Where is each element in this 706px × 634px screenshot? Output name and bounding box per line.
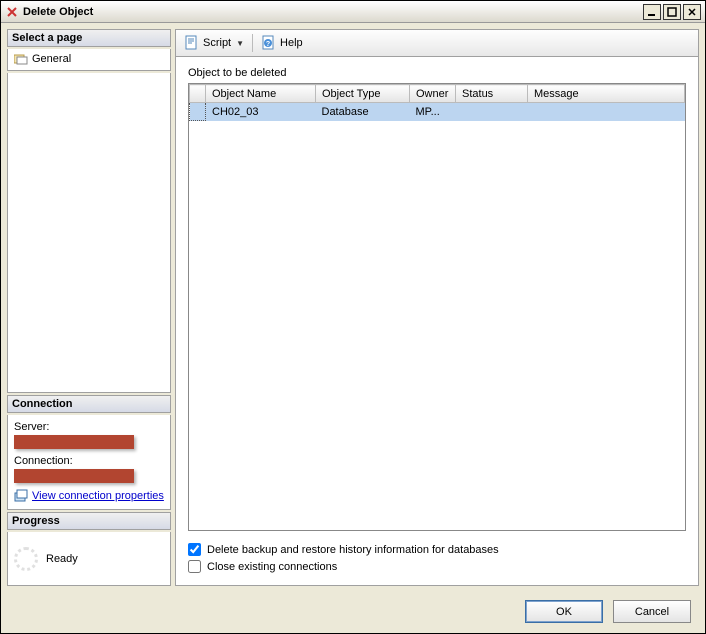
ok-button[interactable]: OK: [525, 600, 603, 623]
delete-backup-checkbox[interactable]: [188, 543, 201, 556]
col-message[interactable]: Message: [528, 85, 685, 103]
minimize-button[interactable]: [643, 4, 661, 20]
cancel-button[interactable]: Cancel: [613, 600, 691, 623]
cell-owner: MP...: [410, 103, 456, 121]
delete-object-dialog: Delete Object Select a page General Conn…: [0, 0, 706, 634]
progress-section: Ready: [7, 532, 171, 586]
help-button[interactable]: ? Help: [257, 33, 307, 53]
connection-label: Connection:: [14, 455, 164, 467]
connection-value-redacted: [14, 469, 134, 483]
row-selector[interactable]: [190, 103, 206, 121]
col-owner[interactable]: Owner: [410, 85, 456, 103]
page-label: General: [32, 53, 71, 65]
maximize-button[interactable]: [663, 4, 681, 20]
objects-grid: Object Name Object Type Owner Status Mes…: [189, 84, 685, 121]
server-label: Server:: [14, 421, 164, 433]
window-title: Delete Object: [23, 6, 643, 18]
close-connections-option[interactable]: Close existing connections: [188, 558, 686, 575]
delete-icon: [5, 5, 19, 19]
script-label: Script: [203, 37, 231, 49]
grid-header-row: Object Name Object Type Owner Status Mes…: [190, 85, 685, 103]
script-icon: [184, 35, 200, 51]
page-general[interactable]: General: [12, 52, 166, 66]
cell-object-type: Database: [316, 103, 410, 121]
table-row[interactable]: CH02_03 Database MP...: [190, 103, 685, 121]
sidebar: Select a page General Connection Server:…: [7, 29, 171, 586]
delete-backup-option[interactable]: Delete backup and restore history inform…: [188, 541, 686, 558]
cell-status: [456, 103, 528, 121]
col-object-name[interactable]: Object Name: [206, 85, 316, 103]
view-connection-properties-link[interactable]: View connection properties: [32, 490, 164, 502]
connection-header: Connection: [7, 395, 171, 413]
col-object-type[interactable]: Object Type: [316, 85, 410, 103]
close-button[interactable]: [683, 4, 701, 20]
properties-icon: [14, 489, 28, 503]
close-connections-checkbox[interactable]: [188, 560, 201, 573]
col-status[interactable]: Status: [456, 85, 528, 103]
options: Delete backup and restore history inform…: [188, 541, 686, 575]
page-icon: [14, 53, 28, 65]
main-panel: Script ▼ ? Help Object to be deleted: [175, 29, 699, 586]
server-value-redacted: [14, 435, 134, 449]
row-header-corner: [190, 85, 206, 103]
titlebar: Delete Object: [1, 1, 705, 23]
grid-caption: Object to be deleted: [188, 67, 686, 79]
connection-section: Server: Connection: View connection prop…: [7, 415, 171, 510]
chevron-down-icon: ▼: [236, 39, 244, 48]
progress-header: Progress: [7, 512, 171, 530]
svg-text:?: ?: [266, 41, 270, 48]
delete-backup-label: Delete backup and restore history inform…: [207, 544, 499, 556]
toolbar: Script ▼ ? Help: [175, 29, 699, 57]
dialog-footer: OK Cancel: [1, 592, 705, 633]
close-connections-label: Close existing connections: [207, 561, 337, 573]
progress-status: Ready: [46, 553, 78, 565]
cell-message: [528, 103, 685, 121]
progress-spinner-icon: [14, 547, 38, 571]
help-icon: ?: [261, 35, 277, 51]
select-page-header: Select a page: [7, 29, 171, 47]
toolbar-separator: [252, 34, 253, 52]
script-button[interactable]: Script ▼: [180, 33, 248, 53]
cell-object-name: CH02_03: [206, 103, 316, 121]
help-label: Help: [280, 37, 303, 49]
